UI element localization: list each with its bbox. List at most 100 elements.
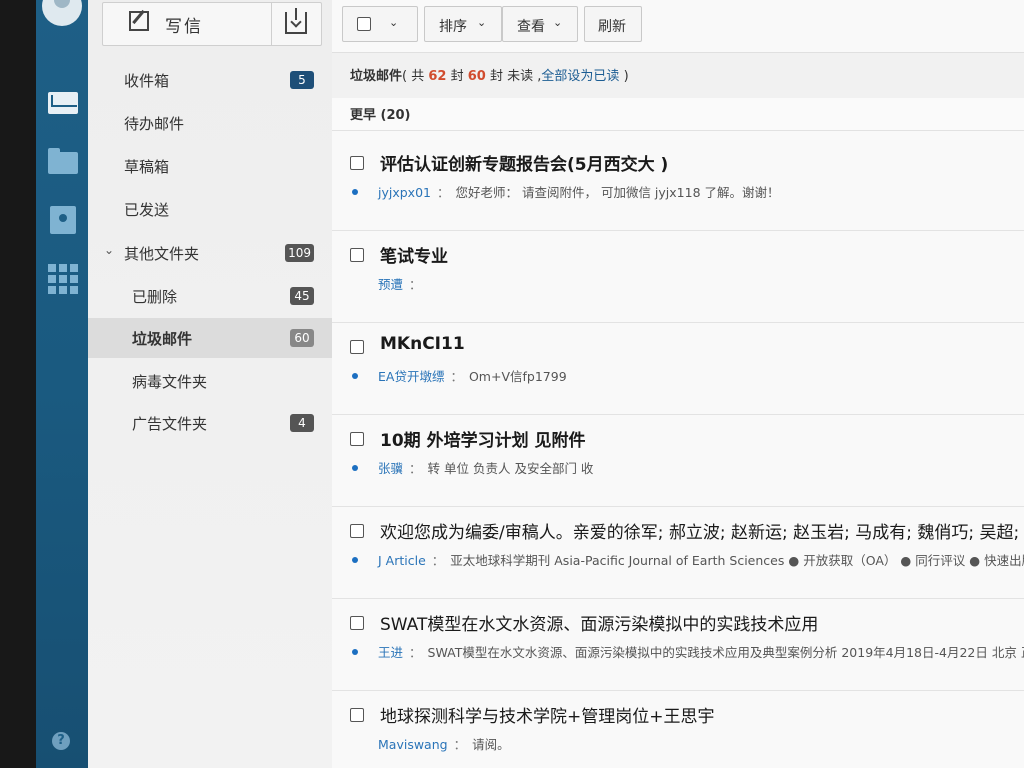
message-preview: 亚太地球科学期刊 Asia-Pacific Journal of Earth S… (450, 553, 1024, 568)
message-sender: Maviswang (378, 737, 448, 752)
compose-button[interactable]: 写信 (102, 2, 322, 46)
folder-label: 已删除 (132, 288, 178, 306)
summary-folder-name: 垃圾邮件 (350, 69, 403, 84)
folder-panel: 写信 收件箱 5 待办邮件 草稿箱 已发送 ⌄ 其他文件夹 109 已删除 45… (88, 0, 333, 768)
chevron-down-icon: ⌄ (553, 16, 563, 29)
message-subject[interactable]: 欢迎您成为编委/审稿人。亲爱的徐军; 郝立波; 赵新运; 赵玉岩; 马成有; 魏… (380, 518, 1024, 543)
message-row[interactable]: 10期 外培学习计划 见附件 张骥：转 单位 负责人 及安全部门 收 (332, 416, 1024, 507)
folder-label: 待办邮件 (124, 115, 185, 133)
select-all-dropdown[interactable]: ⌄ (342, 6, 418, 42)
message-sender: J Article (378, 553, 426, 568)
message-preview: 您好老师： 请查阅附件， 可加微信 jyjx118 了解。谢谢！ (455, 185, 780, 200)
folder-label: 其他文件夹 (124, 245, 200, 263)
summary-text: 封 (450, 69, 464, 84)
sort-button[interactable]: 排序 ⌄ (424, 6, 502, 42)
message-subject[interactable]: MKnCI11 (380, 334, 465, 354)
folder-ads[interactable]: 广告文件夹 4 (88, 403, 332, 443)
folder-spam[interactable]: 垃圾邮件 60 (88, 318, 332, 358)
unread-dot-icon (352, 557, 358, 563)
compose-label: 写信 (165, 17, 203, 37)
unread-dot-icon (352, 189, 358, 195)
folder-label: 广告文件夹 (132, 415, 208, 433)
count-badge: 60 (290, 329, 314, 347)
toolbar: ⌄ 排序 ⌄ 查看 ⌄ 刷新 (332, 0, 1024, 52)
folder-summary: 垃圾邮件( 共 62 封 60 封 未读 ,全部设为已读 ) (332, 52, 1024, 100)
message-subject[interactable]: SWAT模型在水文水资源、面源污染模拟中的实践技术应用 (380, 610, 818, 635)
message-row[interactable]: MKnCI11 EA贷开墩缥： Om+V信fp1799 (332, 324, 1024, 415)
folder-sent[interactable]: 已发送 (88, 189, 332, 229)
avatar[interactable] (42, 0, 82, 26)
view-button[interactable]: 查看 ⌄ (502, 6, 578, 42)
message-sender: jyjxpx01 (378, 185, 431, 200)
folder-drafts[interactable]: 草稿箱 (88, 146, 332, 186)
message-checkbox[interactable] (350, 616, 364, 630)
unread-badge: 5 (290, 71, 314, 89)
message-checkbox[interactable] (350, 156, 364, 170)
chevron-down-icon: ⌄ (477, 16, 487, 29)
message-subject[interactable]: 笔试专业 (380, 242, 448, 267)
folder-label: 垃圾邮件 (132, 330, 193, 348)
mail-icon[interactable] (48, 90, 78, 116)
chevron-down-icon: ⌄ (389, 16, 399, 29)
message-preview: 请阅。 (472, 737, 510, 752)
edit-icon (129, 11, 149, 31)
app-rail: ? (36, 0, 88, 768)
chevron-down-icon[interactable]: ⌄ (104, 243, 114, 257)
summary-text: ) (623, 69, 629, 84)
message-preview: SWAT模型在水文水资源、面源污染模拟中的实践技术应用及典型案例分析 2019年… (427, 645, 1024, 660)
message-row[interactable]: 地球探测科学与技术学院+管理岗位+王思宇 Maviswang：请阅。 (332, 692, 1024, 768)
summary-text: 封 未读 , (490, 69, 542, 84)
help-icon[interactable]: ? (52, 732, 70, 750)
message-checkbox[interactable] (350, 340, 364, 354)
message-subject[interactable]: 地球探测科学与技术学院+管理岗位+王思宇 (380, 702, 715, 727)
view-label: 查看 (517, 19, 545, 35)
message-sender: 预遭 (378, 277, 404, 292)
contacts-icon[interactable] (48, 206, 78, 234)
message-checkbox[interactable] (350, 708, 364, 722)
message-checkbox[interactable] (350, 248, 364, 262)
folder-deleted[interactable]: 已删除 45 (88, 276, 332, 316)
folder-virus[interactable]: 病毒文件夹 (88, 361, 332, 401)
summary-text: ( 共 (402, 69, 425, 84)
message-checkbox[interactable] (350, 524, 364, 538)
message-preview: Om+V信fp1799 (468, 369, 567, 384)
folder-label: 收件箱 (124, 72, 170, 90)
folder-other[interactable]: ⌄ 其他文件夹 109 (88, 233, 332, 273)
folder-todo[interactable]: 待办邮件 (88, 103, 332, 143)
message-sender: EA贷开墩缥 (378, 369, 445, 384)
folder-inbox[interactable]: 收件箱 5 (88, 60, 332, 100)
message-subject[interactable]: 10期 外培学习计划 见附件 (380, 426, 586, 451)
count-badge: 109 (285, 244, 314, 262)
group-label: 更早 (20) (350, 108, 411, 123)
mail-list-pane: ⌄ 排序 ⌄ 查看 ⌄ 刷新 垃圾邮件( 共 62 封 60 封 未读 ,全部设… (332, 0, 1024, 768)
message-row[interactable]: 欢迎您成为编委/审稿人。亲爱的徐军; 郝立波; 赵新运; 赵玉岩; 马成有; 魏… (332, 508, 1024, 599)
message-subject[interactable]: 评估认证创新专题报告会(5月西交大 ) (380, 150, 668, 175)
folder-icon[interactable] (48, 148, 78, 174)
message-row[interactable]: 笔试专业 预遭： (332, 232, 1024, 323)
unread-dot-icon (352, 649, 358, 655)
message-row[interactable]: SWAT模型在水文水资源、面源污染模拟中的实践技术应用 王进： SWAT模型在水文水… (332, 600, 1024, 691)
refresh-label: 刷新 (598, 19, 626, 35)
count-badge: 45 (290, 287, 314, 305)
date-group-header: 更早 (20) (332, 98, 1024, 131)
sort-label: 排序 (439, 19, 467, 35)
folder-label: 已发送 (124, 201, 170, 219)
receive-mail-icon[interactable] (285, 8, 307, 34)
count-badge: 4 (290, 414, 314, 432)
total-count: 62 (428, 69, 447, 84)
unread-dot-icon (352, 373, 358, 379)
message-row[interactable]: 评估认证创新专题报告会(5月西交大 ) jyjxpx01：您好老师： 请查阅附件，… (332, 140, 1024, 231)
folder-label: 病毒文件夹 (132, 373, 208, 391)
message-sender: 张骥 (378, 461, 404, 476)
message-sender: 王进 (378, 645, 404, 660)
select-all-checkbox[interactable] (357, 17, 371, 31)
apps-grid-icon[interactable] (48, 264, 78, 294)
screen-bezel (0, 0, 38, 768)
folder-label: 草稿箱 (124, 158, 170, 176)
unread-count: 60 (467, 69, 486, 84)
message-checkbox[interactable] (350, 432, 364, 446)
refresh-button[interactable]: 刷新 (584, 6, 642, 42)
message-preview: 转 单位 负责人 及安全部门 收 (427, 461, 594, 476)
unread-dot-icon (352, 465, 358, 471)
mark-all-read-link[interactable]: 全部设为已读 (541, 69, 619, 84)
